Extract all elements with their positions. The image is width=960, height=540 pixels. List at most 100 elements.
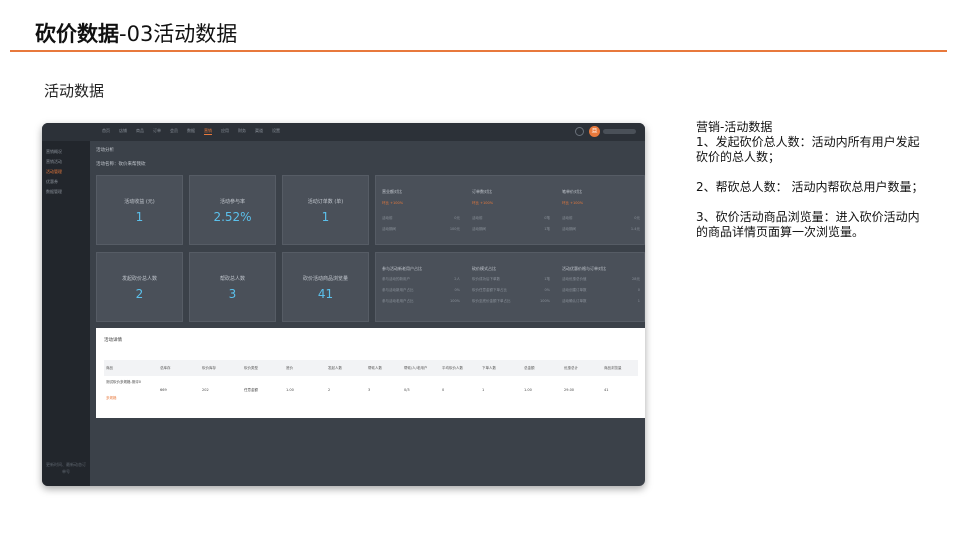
- nav-item[interactable]: 应用: [221, 128, 229, 135]
- stat-label: 发起砍价总人数: [121, 276, 157, 282]
- panel-col-change: 环比 +100%: [472, 201, 494, 205]
- table-header-cell: 底价: [286, 366, 293, 370]
- stat-value: 41: [317, 287, 334, 301]
- panel-row: 活动前 0元: [562, 216, 640, 221]
- panel-row: 参与活动老用户占比 100%: [382, 299, 460, 304]
- nav-item[interactable]: 数据: [187, 128, 195, 135]
- row-key: 活动确认订单数: [562, 299, 587, 303]
- nav-item[interactable]: 设置: [272, 128, 280, 135]
- panel-col-title: 营业额对比: [382, 189, 402, 194]
- top-navbar: 首页 店铺 商品 订单 会员 数据 营销 应用 财务 渠道 设置 旦: [42, 123, 645, 141]
- nav-item[interactable]: 营销: [204, 128, 212, 135]
- notification-icon[interactable]: [575, 127, 584, 136]
- row-value: 1: [637, 299, 640, 303]
- table-cell: 41: [604, 388, 609, 392]
- panel-row: 砍价至底价金额下单占比 100%: [472, 299, 550, 304]
- nav-item[interactable]: 首页: [102, 128, 110, 135]
- table-header-cell: 发起人数: [328, 366, 342, 370]
- row-value: 1.4元: [630, 227, 640, 231]
- row-key: 活动期间: [382, 227, 396, 231]
- stat-value: 2.52%: [213, 210, 252, 224]
- stat-card-views: 砍价活动商品浏览量 41: [282, 252, 369, 322]
- row-value: 1笔: [544, 227, 550, 231]
- stat-card-initiators: 发起砍价总人数 2: [96, 252, 183, 322]
- sidebar-item[interactable]: 营销活动: [46, 159, 62, 165]
- user-menu[interactable]: [603, 129, 636, 134]
- table-cell: 0: [442, 388, 445, 392]
- table-header-cell: 总金额: [524, 366, 535, 370]
- stat-label: 帮砍总人数: [219, 276, 245, 282]
- slide-title-bold: 砍价数据: [35, 22, 119, 46]
- panel-col-title: 参与活动新老用户占比: [382, 266, 422, 271]
- table-header-cell: 帮砍人数: [368, 366, 382, 370]
- panel-col-title: 订单数对比: [472, 189, 492, 194]
- panel-col-change: 环比 +100%: [382, 201, 404, 205]
- sidebar-item[interactable]: 优惠券: [46, 179, 58, 185]
- row-value: 0%: [454, 288, 460, 292]
- row-key: 活动期间: [562, 227, 576, 231]
- activity-name: 活动名称：砍价来帮我砍: [96, 162, 146, 167]
- panel-row: 活动前 0元: [382, 216, 460, 221]
- table-cell: 2: [328, 388, 331, 392]
- table-cell: 669: [160, 388, 167, 392]
- panel-row: 参与活动新用户占比 0%: [382, 288, 460, 293]
- section-title: 活动数据: [44, 82, 105, 100]
- row-key: 参与活动新用户占比: [382, 288, 414, 292]
- avatar[interactable]: 旦: [589, 126, 600, 137]
- panel-row: 活动期间 1笔: [472, 227, 550, 232]
- stat-label: 活动订单数 (单): [307, 199, 344, 205]
- notes-heading: 营销-活动数据: [696, 120, 773, 134]
- sidebar-item[interactable]: 活动管理: [46, 169, 62, 175]
- comparison-revenue: 营业额对比 环比 +100% 活动前 0元 活动期间 100元: [376, 176, 464, 244]
- row-value: 0笔: [544, 216, 550, 220]
- user-ratio: 参与活动新老用户占比 参与活动的新用户 2人 参与活动新用户占比 0% 参与活动老用…: [376, 253, 464, 321]
- nav-item[interactable]: 商品: [136, 128, 144, 135]
- stat-value: 1: [321, 210, 330, 224]
- comparison-orders: 订单数对比 环比 +100% 活动前 0笔 活动期间 1笔: [466, 176, 554, 244]
- table-cell: 1: [482, 388, 485, 392]
- panel-col-title: 活动优惠价格与订单对比: [562, 266, 606, 271]
- row-value: 100元: [449, 227, 460, 231]
- panel-row: 活动确认订单数 1: [562, 299, 640, 304]
- row-value: 28元: [632, 277, 640, 281]
- nav-item[interactable]: 订单: [153, 128, 161, 135]
- panel-row: 活动期间 100元: [382, 227, 460, 232]
- row-key: 活动创建订单数: [562, 288, 587, 292]
- sku-link[interactable]: 多规格: [106, 396, 117, 401]
- row-value: 0: [637, 288, 640, 292]
- panel-row: 活动前 0笔: [472, 216, 550, 221]
- nav-item[interactable]: 渠道: [255, 128, 263, 135]
- slide-title-rest: -03活动数据: [119, 22, 238, 46]
- table-cell: 3: [368, 388, 371, 392]
- table-header-cell: 下单人数: [482, 366, 496, 370]
- sidebar-footer: 更新时间、最新动态订单号: [46, 462, 86, 474]
- panel-row: 砍价成功后下单数 1笔: [472, 277, 550, 282]
- sidebar-item[interactable]: 数据管理: [46, 189, 62, 195]
- stat-card-participation: 活动参与率 2.52%: [189, 175, 276, 245]
- row-key: 砍价成功后下单数: [472, 277, 500, 281]
- activity-detail-table: 活动详情 商品 总库存 砍价库存 砍价类型 底价 发起人数 帮砍人数 帮砍/人/老用户 平均砍价…: [96, 328, 645, 418]
- sidebar-item[interactable]: 营销概况: [46, 149, 62, 155]
- stat-label: 砍价活动商品浏览量: [302, 276, 348, 282]
- slide-title: 砍价数据-03活动数据: [35, 18, 237, 48]
- comparison-panel-top: 营业额对比 环比 +100% 活动前 0元 活动期间 100元 订单数对比 环比 +…: [375, 175, 645, 245]
- stat-value: 1: [135, 210, 144, 224]
- table-cell: 0/3: [404, 388, 410, 392]
- notes-panel: 营销-活动数据 1、发起砍价总人数：活动内所有用户发起砍价的总人数； 2、帮砍总…: [696, 120, 928, 240]
- row-value: 0元: [634, 216, 640, 220]
- stat-value: 2: [135, 287, 144, 301]
- nav-item[interactable]: 会员: [170, 128, 178, 135]
- nav-item[interactable]: 店铺: [119, 128, 127, 135]
- row-value: 100%: [449, 299, 460, 303]
- panel-row: 活动期间 1.4元: [562, 227, 640, 232]
- stat-label: 活动参与率: [219, 199, 245, 205]
- table-header-cell: 商品浏览量: [604, 366, 622, 370]
- row-key: 活动优惠总价值: [562, 277, 587, 281]
- row-value: 0%: [544, 288, 550, 292]
- sidebar: 营销概况营销活动活动管理优惠券数据管理 更新时间、最新动态订单号: [42, 141, 90, 486]
- nav-item[interactable]: 财务: [238, 128, 246, 135]
- row-value: 100%: [539, 299, 550, 303]
- table-header-cell: 砍价类型: [244, 366, 258, 370]
- main-nav: 首页 店铺 商品 订单 会员 数据 营销 应用 财务 渠道 设置: [102, 128, 280, 135]
- comparison-unit-price: 笔单价对比 环比 +100% 活动前 0元 活动期间 1.4元: [556, 176, 644, 244]
